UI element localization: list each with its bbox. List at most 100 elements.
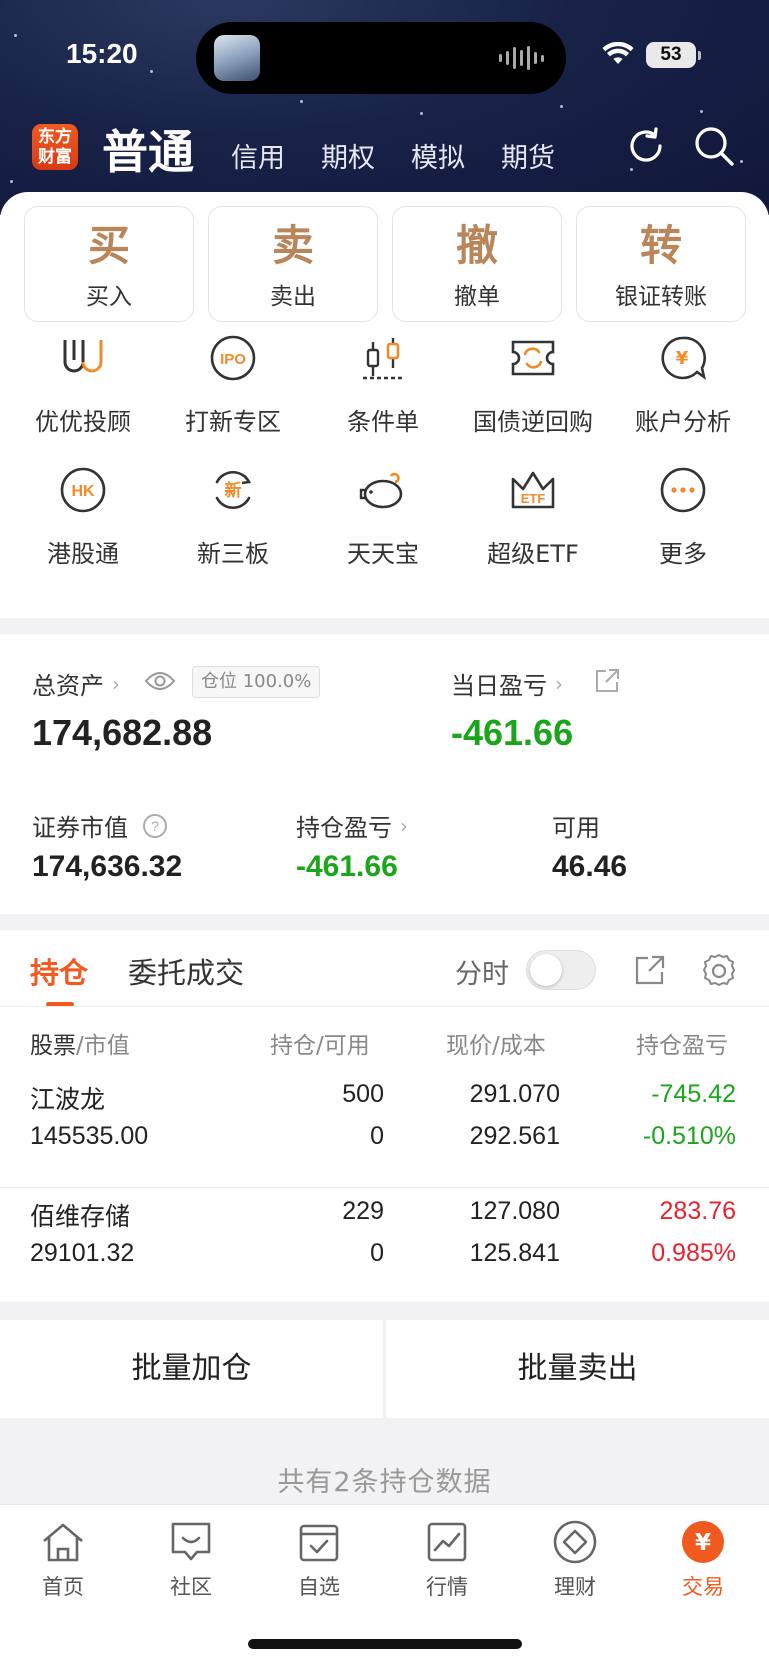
buy-button[interactable]: 买 买入 bbox=[24, 206, 194, 322]
service-ipo[interactable]: IPO 打新专区 bbox=[163, 330, 303, 437]
bank-transfer-button[interactable]: 转 银证转账 bbox=[576, 206, 746, 322]
col-cost-text: 成本 bbox=[499, 1033, 546, 1059]
tab-credit[interactable]: 信用 bbox=[231, 136, 285, 175]
trade-yuan-icon: ¥ bbox=[682, 1521, 724, 1563]
service-label: 账户分析 bbox=[635, 408, 731, 436]
stock-market-value: 29101.32 bbox=[30, 1239, 135, 1267]
home-indicator[interactable] bbox=[248, 1639, 522, 1649]
nav-label: 行情 bbox=[426, 1575, 468, 1599]
col-position-text: 持仓 bbox=[270, 1033, 316, 1059]
divider bbox=[0, 1006, 769, 1007]
service-new-third-board[interactable]: 新 新三板 bbox=[163, 462, 303, 569]
eye-icon[interactable] bbox=[144, 670, 176, 692]
settings-gear-icon[interactable] bbox=[700, 952, 738, 990]
tab-futures[interactable]: 期货 bbox=[501, 136, 555, 175]
piggy-bank-icon bbox=[359, 472, 403, 509]
logo-text: 东方 财富 bbox=[38, 127, 72, 167]
service-uu-advisor[interactable]: 优优投顾 bbox=[13, 330, 153, 437]
yuan-glyph: ¥ bbox=[676, 348, 689, 369]
reverse-repo-icon bbox=[511, 340, 555, 376]
stock-available: 0 bbox=[370, 1239, 384, 1267]
holdings-panel: 持仓 委托成交 分时 股票/市值 持仓/可用 现价/成本 持仓盈亏 江波龙 14… bbox=[0, 930, 769, 1302]
stock-price: 291.070 bbox=[469, 1080, 560, 1108]
asset-summary: 总资产 › 仓位 100.0% 174,682.88 当日盈亏 › -461.6… bbox=[0, 634, 769, 914]
wealth-icon bbox=[553, 1520, 597, 1564]
service-more[interactable]: 更多 bbox=[613, 462, 753, 569]
tab-simulated[interactable]: 模拟 bbox=[411, 136, 465, 175]
trade-card: 买 买入 卖 卖出 撤 撤单 转 银证转账 优优投顾 IPO 打新专区 条件单 … bbox=[0, 192, 769, 618]
holding-pl-link[interactable]: 持仓盈亏 › bbox=[296, 808, 408, 843]
chevron-right-icon: › bbox=[112, 671, 120, 696]
stock-pl: 283.76 bbox=[659, 1197, 736, 1225]
sell-glyph: 卖 bbox=[271, 221, 314, 270]
dynamic-island[interactable] bbox=[196, 22, 566, 94]
intraday-toggle[interactable] bbox=[526, 950, 596, 990]
now-playing-thumbnail bbox=[214, 35, 260, 81]
trade-yuan-glyph: ¥ bbox=[695, 1530, 711, 1556]
nav-watchlist[interactable]: 自选 bbox=[269, 1517, 369, 1601]
new-board-icon: 新 bbox=[215, 470, 252, 510]
search-icon[interactable] bbox=[692, 124, 736, 168]
status-time: 15:20 bbox=[66, 38, 138, 69]
nav-wealth[interactable]: 理财 bbox=[525, 1517, 625, 1601]
hk-icon-text: HK bbox=[71, 483, 95, 500]
yuan-chat-icon: ¥ bbox=[661, 336, 707, 381]
service-label: 超级ETF bbox=[487, 540, 579, 568]
stock-pl-pct: -0.510% bbox=[642, 1122, 736, 1150]
sell-button[interactable]: 卖 卖出 bbox=[208, 206, 378, 322]
service-reverse-repo[interactable]: 国债逆回购 bbox=[463, 330, 603, 437]
nav-market[interactable]: 行情 bbox=[397, 1517, 497, 1601]
col-header-stock: 股票/市值 bbox=[30, 1033, 130, 1059]
holding-pl-label: 持仓盈亏 bbox=[296, 814, 392, 842]
cancel-order-button[interactable]: 撤 撤单 bbox=[392, 206, 562, 322]
daily-pl-link[interactable]: 当日盈亏 › bbox=[451, 666, 563, 701]
nav-label: 社区 bbox=[170, 1575, 212, 1599]
nav-label: 首页 bbox=[42, 1575, 84, 1599]
table-row[interactable]: 江波龙 145535.00 500 0 291.070 292.561 -745… bbox=[0, 1080, 769, 1190]
app-logo: 东方 财富 bbox=[32, 124, 78, 170]
col-stock-text: 股票 bbox=[30, 1033, 76, 1059]
community-icon bbox=[171, 1522, 211, 1561]
stock-position: 229 bbox=[342, 1197, 384, 1225]
transfer-glyph: 转 bbox=[639, 221, 682, 270]
nav-home[interactable]: 首页 bbox=[13, 1517, 113, 1601]
service-label: 天天宝 bbox=[347, 540, 419, 568]
col-available-text: 可用 bbox=[323, 1033, 370, 1059]
cancel-glyph: 撤 bbox=[455, 221, 498, 270]
service-conditional-order[interactable]: 条件单 bbox=[313, 330, 453, 437]
stock-available: 0 bbox=[370, 1122, 384, 1150]
nav-community[interactable]: 社区 bbox=[141, 1517, 241, 1601]
candlestick-icon bbox=[363, 338, 403, 380]
service-super-etf[interactable]: ETF 超级ETF bbox=[463, 462, 603, 569]
stock-name: 佰维存储 bbox=[30, 1202, 131, 1231]
tab-normal[interactable]: 普通 bbox=[102, 116, 194, 182]
col-mv-text: 市值 bbox=[83, 1033, 130, 1059]
nav-trade[interactable]: ¥ 交易 bbox=[653, 1517, 753, 1601]
chevron-right-icon: › bbox=[555, 671, 563, 696]
share-external-icon[interactable] bbox=[594, 668, 620, 694]
ipo-icon-text: IPO bbox=[220, 351, 246, 368]
hk-icon: HK bbox=[60, 467, 106, 513]
help-icon[interactable]: ? bbox=[142, 813, 168, 839]
col-header-position: 持仓/可用 bbox=[270, 1033, 370, 1059]
col-price-text: 现价 bbox=[446, 1033, 492, 1059]
tab-options[interactable]: 期权 bbox=[321, 136, 375, 175]
header: 15:20 53 东方 财富 普通 信用 期权 模拟 期货 bbox=[0, 0, 769, 215]
table-row[interactable]: 佰维存储 29101.32 229 0 127.080 125.841 283.… bbox=[0, 1197, 769, 1297]
service-label: 新三板 bbox=[197, 540, 269, 568]
service-label: 港股通 bbox=[47, 540, 119, 568]
batch-add-button[interactable]: 批量加仓 bbox=[0, 1320, 383, 1418]
service-account-analysis[interactable]: ¥ 账户分析 bbox=[613, 330, 753, 437]
service-hk-connect[interactable]: HK 港股通 bbox=[13, 462, 153, 569]
tab-positions[interactable]: 持仓 bbox=[30, 950, 88, 992]
total-assets-link[interactable]: 总资产 › bbox=[32, 666, 120, 701]
service-label: 打新专区 bbox=[185, 408, 281, 436]
share-external-icon[interactable] bbox=[634, 954, 666, 986]
refresh-icon[interactable] bbox=[624, 124, 668, 168]
audio-wave-icon bbox=[499, 46, 544, 70]
tab-orders-trades[interactable]: 委托成交 bbox=[128, 950, 244, 992]
more-dots-icon bbox=[660, 467, 706, 513]
batch-sell-button[interactable]: 批量卖出 bbox=[386, 1320, 769, 1418]
stock-cost: 292.561 bbox=[469, 1122, 560, 1150]
service-tiantianbao[interactable]: 天天宝 bbox=[313, 462, 453, 569]
